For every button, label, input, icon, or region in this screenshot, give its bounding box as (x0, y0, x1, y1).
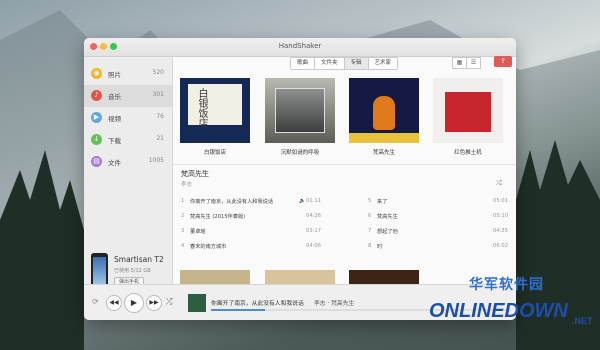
album-cover: 白银饭店 (180, 78, 250, 143)
track-duration: 04:26 (306, 213, 321, 219)
album-detail-artist: 李志 (181, 182, 193, 188)
now-playing-artist: 李志 · 梵高先生 (314, 301, 355, 307)
album-title: 沉默如谜的呼吸 (280, 150, 320, 156)
track-row[interactable]: 1 你离开了南京，从此没有人和我说话 🔈 01:11 (181, 198, 321, 208)
device-storage: 已使用 5/12 GB (114, 268, 151, 274)
track-number: 5 (368, 198, 372, 204)
track-duration: 05:10 (493, 213, 508, 219)
album-title: 梵高先生 (372, 150, 395, 156)
title-bar: HandShaker (84, 38, 516, 57)
track-number: 6 (368, 213, 372, 219)
track-duration: 04:06 (306, 243, 321, 249)
watermark-suffix: .NET (572, 316, 593, 326)
track-name: 你离开了南京，从此没有人和我说话 (190, 199, 274, 205)
track-name: 时 (377, 244, 383, 250)
sidebar-item-photos[interactable]: ◉ 照片 520 (84, 63, 172, 85)
track-duration: 04:35 (493, 228, 508, 234)
album-cover (433, 78, 503, 143)
download-icon: ↓ (91, 134, 102, 145)
sidebar-item-label: 视频 (108, 115, 121, 123)
play-button[interactable]: ▶ (124, 293, 144, 313)
track-row[interactable]: 7 想起了他 04:35 (368, 228, 508, 238)
now-playing-title: 你离开了南京，从此没有人和我说话 (211, 301, 304, 307)
sidebar-item-count: 1005 (148, 157, 164, 164)
tab-albums[interactable]: 专辑 (344, 58, 369, 69)
file-icon: ▤ (91, 156, 102, 167)
sidebar-item-label: 照片 (108, 71, 121, 79)
progress-fill (211, 309, 265, 311)
album-cover (349, 78, 419, 143)
video-icon: ▶ (91, 112, 102, 123)
album-card[interactable]: 梵高先生 (349, 78, 419, 156)
track-name: 梵高先生 (377, 214, 398, 220)
album-title: 红色推土机 (454, 150, 482, 156)
track-duration: 03:17 (306, 228, 321, 234)
previous-button[interactable]: ◀◀ (106, 295, 122, 311)
track-row[interactable]: 5 来了 05:01 (368, 198, 508, 208)
track-number: 3 (181, 228, 185, 234)
tab-folders[interactable]: 文件夹 (315, 58, 345, 69)
album-card[interactable]: 红色推土机 (433, 78, 503, 156)
album-title: 白银饭店 (203, 150, 226, 156)
watermark-en: ONLINEDOWN (429, 300, 568, 322)
watermark-cn: 华军软件园 (469, 277, 544, 293)
track-number: 1 (181, 198, 185, 204)
export-button[interactable]: ⇪ (494, 56, 512, 67)
next-button[interactable]: ▶▶ (146, 295, 162, 311)
sidebar-item-label: 下载 (108, 137, 121, 145)
album-card[interactable] (180, 270, 250, 284)
repeat-icon[interactable]: ⟳ (92, 297, 99, 306)
shuffle-icon[interactable]: ⤮ (496, 179, 502, 188)
window-title: HandShaker (278, 42, 322, 50)
shuffle-icon[interactable]: ⤮ (166, 297, 172, 307)
track-row[interactable]: 2 梵高先生 (2015伴奏版) 04:26 (181, 213, 321, 223)
speaker-icon: 🔈 (299, 198, 306, 204)
list-view-button[interactable]: ☰ (466, 57, 481, 69)
track-name: 想起了他 (377, 229, 398, 235)
album-cover-text: 白银饭店 (196, 88, 207, 128)
track-number: 8 (368, 243, 372, 249)
sidebar-item-count: 520 (152, 69, 164, 76)
track-row[interactable]: 3 董卓瑶 03:17 (181, 228, 321, 238)
photo-icon: ◉ (91, 68, 102, 79)
album-cover (265, 78, 335, 143)
track-number: 4 (181, 243, 185, 249)
now-playing-artwork (188, 294, 206, 312)
sidebar-item-label: 音乐 (108, 93, 121, 101)
tab-songs[interactable]: 歌曲 (291, 58, 316, 69)
sidebar-item-downloads[interactable]: ↓ 下载 21 (84, 129, 172, 151)
track-row[interactable]: 6 梵高先生 05:10 (368, 213, 508, 223)
track-name: 董卓瑶 (190, 229, 206, 235)
sidebar-item-label: 文件 (108, 159, 121, 167)
track-duration: 06:02 (493, 243, 508, 249)
site-watermark: 华军软件园 ONLINEDOWN .NET (419, 270, 600, 350)
sidebar-item-music[interactable]: ♪ 音乐 301 (84, 85, 172, 107)
album-card[interactable]: 白银饭店 白银饭店 (180, 78, 250, 156)
grid-view-button[interactable]: ▦ (452, 57, 467, 69)
sidebar-item-count: 76 (156, 113, 164, 120)
device-name: Smartisan T2 (114, 255, 164, 264)
track-name: 春末的南方城市 (190, 244, 227, 250)
track-name: 梵高先生 (2015伴奏版) (190, 214, 246, 220)
track-number: 2 (181, 213, 185, 219)
sidebar: ◉ 照片 520 ♪ 音乐 301 ▶ 视频 76 ↓ 下载 21 ▤ 文件 1… (84, 57, 173, 291)
track-row[interactable]: 8 时 06:02 (368, 243, 508, 253)
music-icon: ♪ (91, 90, 102, 101)
album-detail-title: 梵高先生 (181, 170, 209, 178)
album-card[interactable]: 沉默如谜的呼吸 (265, 78, 335, 156)
view-tabs: 歌曲 文件夹 专辑 艺术家 (290, 57, 399, 70)
tab-artists[interactable]: 艺术家 (368, 58, 398, 69)
sidebar-item-files[interactable]: ▤ 文件 1005 (84, 151, 172, 173)
track-number: 7 (368, 228, 372, 234)
sidebar-item-count: 301 (152, 91, 164, 98)
sidebar-item-video[interactable]: ▶ 视频 76 (84, 107, 172, 129)
divider (173, 164, 516, 165)
track-duration: 05:01 (493, 198, 508, 204)
track-row[interactable]: 4 春末的南方城市 04:06 (181, 243, 321, 253)
album-card[interactable] (265, 270, 335, 284)
sidebar-item-count: 21 (156, 135, 164, 142)
track-duration: 01:11 (306, 198, 321, 204)
track-name: 来了 (377, 199, 388, 205)
album-card[interactable] (349, 270, 419, 284)
